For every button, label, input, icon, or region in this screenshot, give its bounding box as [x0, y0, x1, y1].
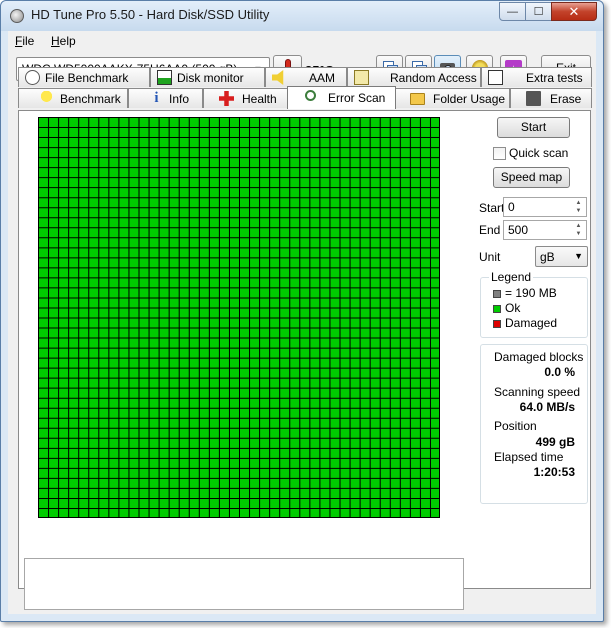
magnifier-icon	[305, 90, 316, 101]
position-value: 499 gB	[535, 435, 575, 449]
menu-file-label: ile	[22, 34, 35, 48]
tab-error-scan[interactable]: Error Scan	[287, 86, 396, 109]
random-access-icon	[354, 70, 369, 85]
tab-file-benchmark[interactable]: File Benchmark	[18, 67, 150, 87]
disk-monitor-icon	[157, 70, 172, 85]
file-benchmark-icon	[25, 70, 40, 85]
speed-map-button[interactable]: Speed map	[493, 167, 570, 188]
tab-erase[interactable]: Erase	[510, 88, 592, 108]
menu-bar: File Help	[8, 31, 596, 51]
window-title: HD Tune Pro 5.50 - Hard Disk/SSD Utility	[31, 7, 270, 22]
menu-help-mnemonic: H	[51, 34, 60, 48]
start-spinbox[interactable]: 0 ▲ ▼	[503, 197, 587, 217]
title-bar[interactable]: HD Tune Pro 5.50 - Hard Disk/SSD Utility…	[1, 1, 603, 31]
spin-arrows-icon[interactable]: ▲ ▼	[572, 222, 585, 238]
caption-buttons: — ☐ ✕	[499, 2, 597, 21]
position-label: Position	[494, 419, 537, 433]
extra-tests-icon	[488, 70, 503, 85]
tab-random-access[interactable]: Random Access	[347, 67, 481, 87]
scanning-speed-label: Scanning speed	[494, 385, 581, 399]
quick-scan-checkbox[interactable]	[493, 147, 506, 160]
unit-select[interactable]: gB ▼	[535, 246, 588, 267]
health-cross-icon	[219, 91, 234, 106]
tab-strip: File Benchmark Disk monitor AAM Random A…	[18, 67, 592, 111]
maximize-button[interactable]: ☐	[525, 2, 552, 21]
damaged-blocks-value: 0.0 %	[544, 365, 575, 379]
tab-label: Extra tests	[526, 71, 583, 85]
elapsed-time-value: 1:20:53	[533, 465, 575, 479]
info-icon: i	[154, 90, 159, 106]
end-value: 500	[508, 223, 529, 237]
start-scan-button[interactable]: Start	[497, 117, 570, 138]
menu-help-label: elp	[59, 34, 76, 48]
folder-icon	[410, 93, 425, 105]
lightbulb-icon	[39, 91, 54, 106]
tab-folder-usage[interactable]: Folder Usage	[395, 88, 510, 108]
tab-disk-monitor[interactable]: Disk monitor	[150, 67, 265, 87]
start-value: 0	[508, 200, 515, 214]
tab-extra-tests[interactable]: Extra tests	[481, 67, 592, 87]
unit-label: Unit	[479, 250, 501, 264]
scan-log-area[interactable]	[24, 558, 464, 610]
app-window: HD Tune Pro 5.50 - Hard Disk/SSD Utility…	[0, 0, 604, 622]
end-label: End	[479, 223, 501, 237]
legend-block-swatch	[493, 290, 501, 298]
tab-label: AAM	[309, 71, 336, 85]
scan-stats-box: Damaged blocks 0.0 % Scanning speed 64.0…	[480, 344, 588, 504]
scan-block-map	[38, 117, 440, 518]
legend-damaged-swatch	[493, 320, 501, 328]
legend-block-size: = 190 MB	[505, 286, 557, 300]
close-button[interactable]: ✕	[551, 2, 597, 21]
legend-damaged-label: Damaged	[505, 316, 558, 330]
tab-aam[interactable]: AAM	[265, 67, 347, 87]
tab-label: Folder Usage	[433, 92, 506, 106]
tab-label: Info	[169, 92, 190, 106]
legend-box: Legend = 190 MB Ok Damaged	[480, 270, 588, 338]
legend-ok-label: Ok	[505, 301, 521, 315]
quick-scan-label: Quick scan	[509, 146, 569, 160]
tab-label: Random Access	[390, 71, 477, 85]
damaged-blocks-label: Damaged blocks	[494, 350, 584, 364]
scanning-speed-value: 64.0 MB/s	[519, 400, 575, 414]
speaker-icon	[272, 70, 284, 85]
menu-file[interactable]: File	[15, 34, 34, 48]
tab-label: Erase	[550, 92, 582, 106]
spin-arrows-icon[interactable]: ▲ ▼	[572, 199, 585, 215]
tab-benchmark[interactable]: Benchmark	[18, 88, 128, 108]
tab-label: Health	[242, 92, 277, 106]
error-scan-panel: Start Quick scan Speed map Start 0 ▲ ▼ En…	[18, 110, 591, 610]
tab-info[interactable]: i Info	[128, 88, 203, 108]
elapsed-time-label: Elapsed time	[494, 450, 564, 464]
end-spinbox[interactable]: 500 ▲ ▼	[503, 220, 587, 240]
minimize-button[interactable]: —	[499, 2, 526, 21]
legend-title: Legend	[489, 270, 534, 284]
tab-label: Benchmark	[60, 92, 121, 106]
legend-ok-swatch	[493, 305, 501, 313]
tab-health[interactable]: Health	[203, 88, 288, 108]
start-label: Start	[479, 201, 505, 215]
menu-help[interactable]: Help	[51, 34, 76, 48]
hdtune-app-icon[interactable]	[10, 9, 24, 23]
tab-label: File Benchmark	[45, 71, 129, 85]
tab-label: Disk monitor	[177, 71, 244, 85]
tab-label: Error Scan	[328, 91, 386, 105]
chevron-down-icon: ▼	[574, 251, 583, 261]
eraser-icon	[526, 91, 541, 106]
unit-value: gB	[540, 250, 555, 264]
